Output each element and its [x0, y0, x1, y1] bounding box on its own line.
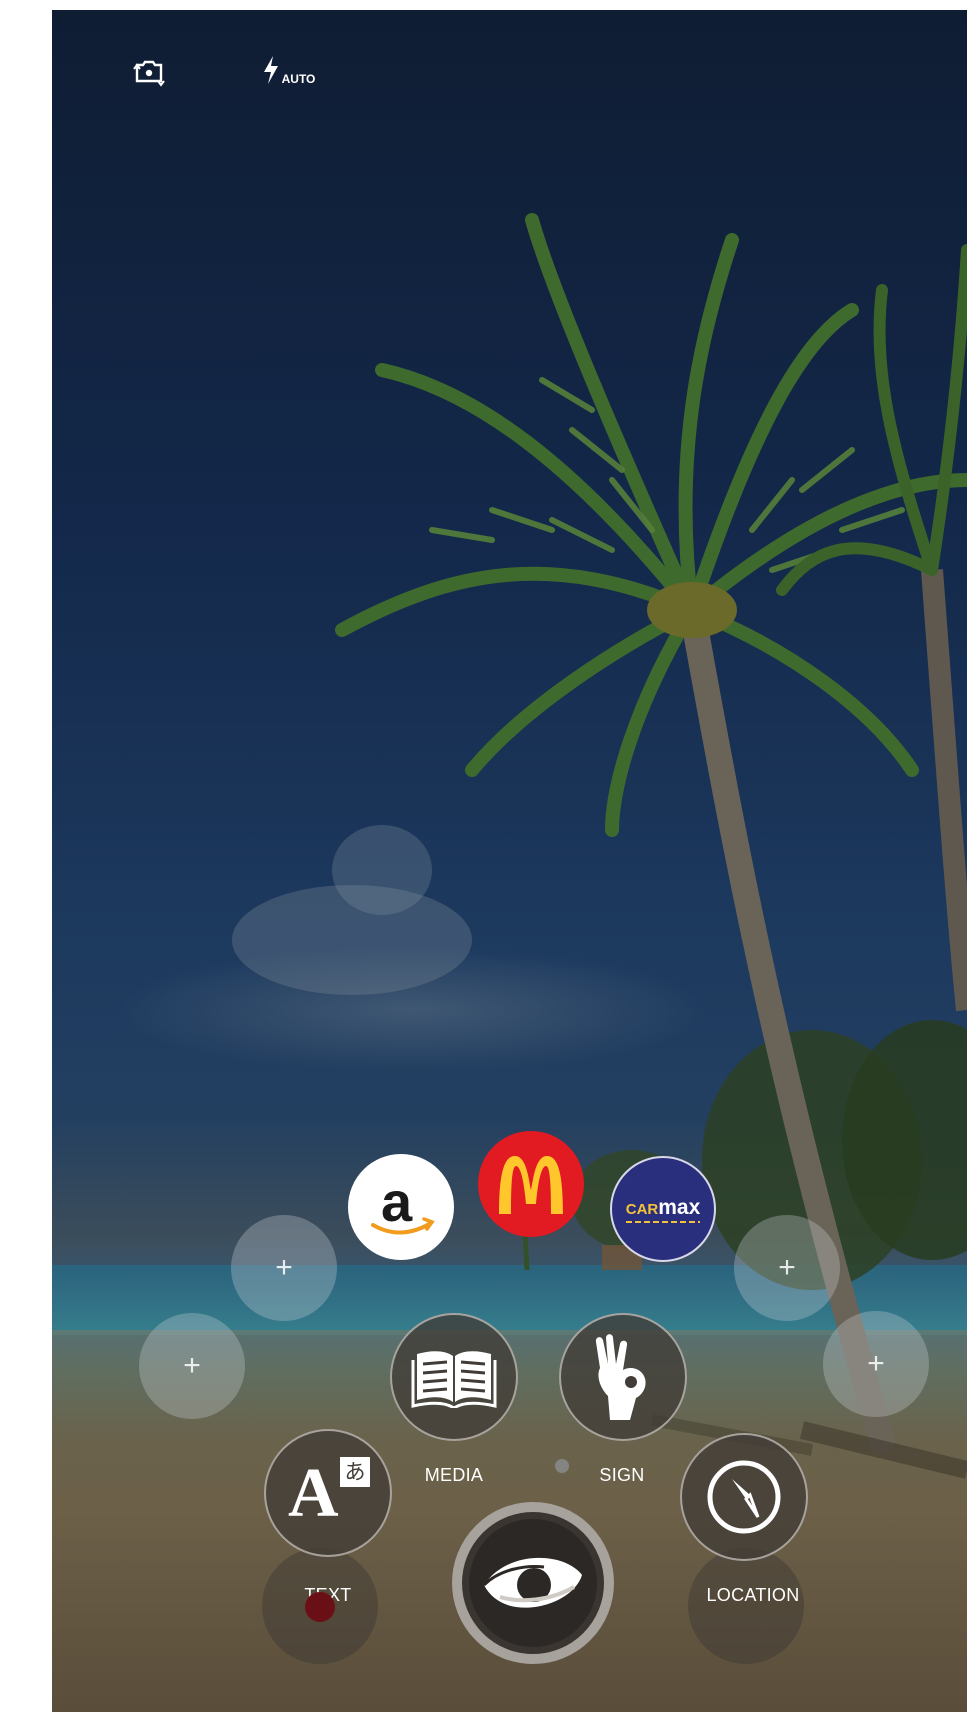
brand-mcdonalds-button[interactable]	[478, 1131, 584, 1237]
amazon-logo: a	[361, 1167, 441, 1247]
shutter-inner	[469, 1519, 597, 1647]
add-shortcut-slot[interactable]: +	[823, 1311, 929, 1417]
add-shortcut-slot[interactable]: +	[734, 1215, 840, 1321]
flash-auto-label: AUTO	[281, 72, 316, 86]
camera-switch-icon	[132, 57, 166, 92]
lens-shutter-button[interactable]	[452, 1502, 614, 1664]
recording-indicator	[305, 1592, 335, 1622]
page-indicator-dot	[555, 1459, 569, 1473]
brand-amazon-button[interactable]: a	[348, 1154, 454, 1260]
mode-media-label: MEDIA	[424, 1465, 484, 1485]
mode-text-button[interactable]: A あ	[264, 1429, 392, 1557]
camera-viewfinder[interactable]: AUTO a CAR max + + + + MEDIA SIGN A あ LO…	[52, 10, 967, 1712]
book-icon	[411, 1351, 497, 1408]
palm-tree-scene	[232, 213, 967, 1479]
translate-icon: A あ	[286, 1457, 370, 1529]
mode-location-button[interactable]	[680, 1433, 808, 1561]
ghost-circle	[688, 1548, 804, 1664]
compass-icon	[707, 1460, 781, 1534]
mode-media-button[interactable]	[390, 1313, 518, 1441]
flash-icon	[261, 54, 281, 91]
brand-carmax-button[interactable]: CAR max	[610, 1156, 716, 1262]
mode-location-label: LOCATION	[706, 1585, 800, 1605]
plus-icon: +	[778, 1251, 796, 1284]
add-shortcut-slot[interactable]: +	[139, 1313, 245, 1419]
switch-camera-button[interactable]	[124, 52, 174, 96]
plus-icon: +	[275, 1251, 293, 1284]
eye-icon	[482, 1557, 582, 1608]
plus-icon: +	[183, 1349, 201, 1382]
mode-sign-button[interactable]	[559, 1313, 687, 1441]
mcdonalds-logo	[499, 1156, 563, 1214]
carmax-logo: CAR max	[626, 1196, 700, 1223]
plus-icon: +	[867, 1347, 885, 1380]
flash-mode-button[interactable]: AUTO	[248, 50, 328, 94]
add-shortcut-slot[interactable]: +	[231, 1215, 337, 1321]
ok-hand-icon	[595, 1334, 646, 1420]
